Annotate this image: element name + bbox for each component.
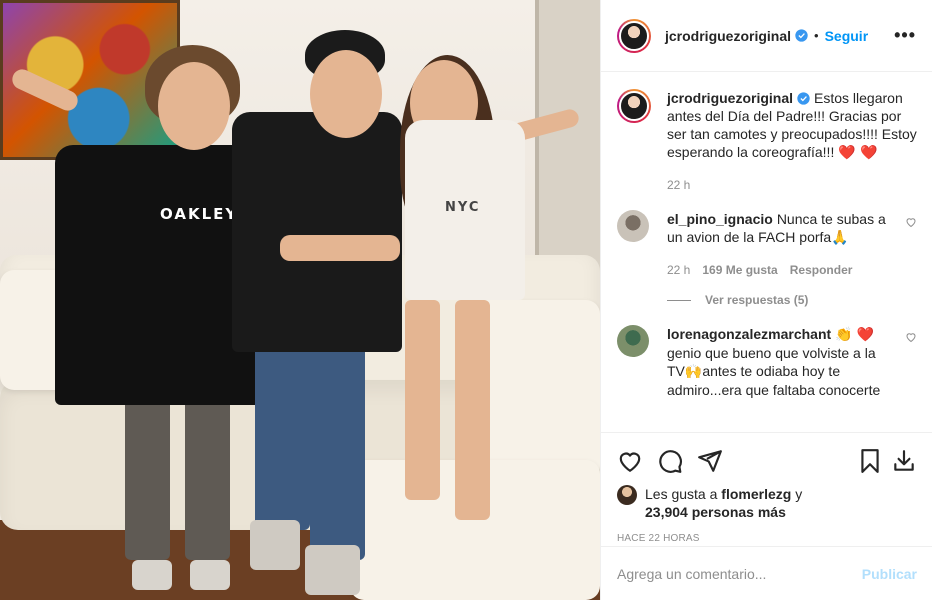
verified-badge-icon	[795, 29, 808, 42]
view-replies-label: Ver respuestas (5)	[705, 293, 809, 307]
comment-item: lorenagonzalezmarchant 👏 ❤️genio que buen…	[617, 325, 917, 399]
commenter-username[interactable]: el_pino_ignacio	[667, 211, 773, 227]
add-comment-bar: Publicar	[601, 546, 932, 600]
liker-avatar[interactable]	[617, 485, 637, 505]
post-header: jcrodriguezoriginal • Seguir •••	[601, 0, 932, 72]
comment-time[interactable]: 22 h	[667, 261, 690, 279]
commenter-avatar[interactable]	[617, 210, 649, 242]
comment-bubble-icon[interactable]	[657, 448, 683, 474]
verified-badge-icon	[797, 92, 810, 105]
caption: jcrodriguezoriginal Estos llegaron antes …	[617, 89, 917, 194]
likes-connector: y	[795, 486, 803, 502]
likes-count[interactable]: 23,904 personas más	[645, 504, 786, 520]
comments-list[interactable]: jcrodriguezoriginal Estos llegaron antes …	[601, 73, 932, 433]
reply-button[interactable]: Responder	[790, 261, 853, 279]
follow-button[interactable]: Seguir	[825, 28, 869, 44]
comment-emoji: 🙌	[684, 364, 703, 380]
comment-likes[interactable]: 169 Me gusta	[702, 261, 777, 279]
caption-avatar[interactable]	[617, 89, 651, 123]
comment-emoji: ❤️	[856, 327, 874, 343]
post-actions: Les gusta a flomerlezg y 23,904 personas…	[601, 432, 932, 544]
post-timestamp[interactable]: HACE 22 HORAS	[617, 533, 917, 544]
author-avatar[interactable]	[617, 18, 651, 53]
add-comment-input[interactable]	[617, 565, 862, 582]
liker-username[interactable]: flomerlezg	[721, 486, 791, 502]
download-icon[interactable]	[891, 448, 917, 474]
publish-button[interactable]: Publicar	[862, 566, 917, 582]
caption-time[interactable]: 22 h	[667, 176, 690, 194]
replies-line	[667, 299, 691, 301]
caption-emoji: ❤️ ❤️	[838, 145, 878, 161]
post-photo[interactable]: OAKLEY NYC	[0, 0, 600, 600]
separator-dot: •	[814, 28, 819, 43]
commenter-username[interactable]: lorenagonzalezmarchant	[667, 326, 831, 342]
shirt-print: NYC	[445, 200, 481, 215]
like-comment-heart-icon[interactable]	[905, 216, 917, 228]
likes-prefix: Les gusta a	[645, 486, 718, 502]
comment-emoji: 👏	[835, 327, 853, 343]
like-heart-icon[interactable]	[617, 448, 643, 474]
comment-item: el_pino_ignacio Nunca te subas a un avion…	[617, 210, 917, 279]
author-username[interactable]: jcrodriguezoriginal	[665, 28, 791, 44]
save-bookmark-icon[interactable]	[857, 448, 883, 474]
comment-emoji: 🙏	[831, 230, 849, 246]
shirt-logo: OAKLEY	[160, 205, 239, 223]
likes-summary: Les gusta a flomerlezg y 23,904 personas…	[617, 485, 917, 521]
commenter-avatar[interactable]	[617, 325, 649, 357]
caption-username[interactable]: jcrodriguezoriginal	[667, 90, 793, 106]
share-send-icon[interactable]	[697, 448, 723, 474]
view-replies-button[interactable]: Ver respuestas (5)	[667, 293, 917, 307]
post-side-panel: jcrodriguezoriginal • Seguir ••• jcrodri…	[600, 0, 932, 600]
like-comment-heart-icon[interactable]	[905, 331, 917, 343]
more-options-icon[interactable]: •••	[894, 25, 916, 46]
